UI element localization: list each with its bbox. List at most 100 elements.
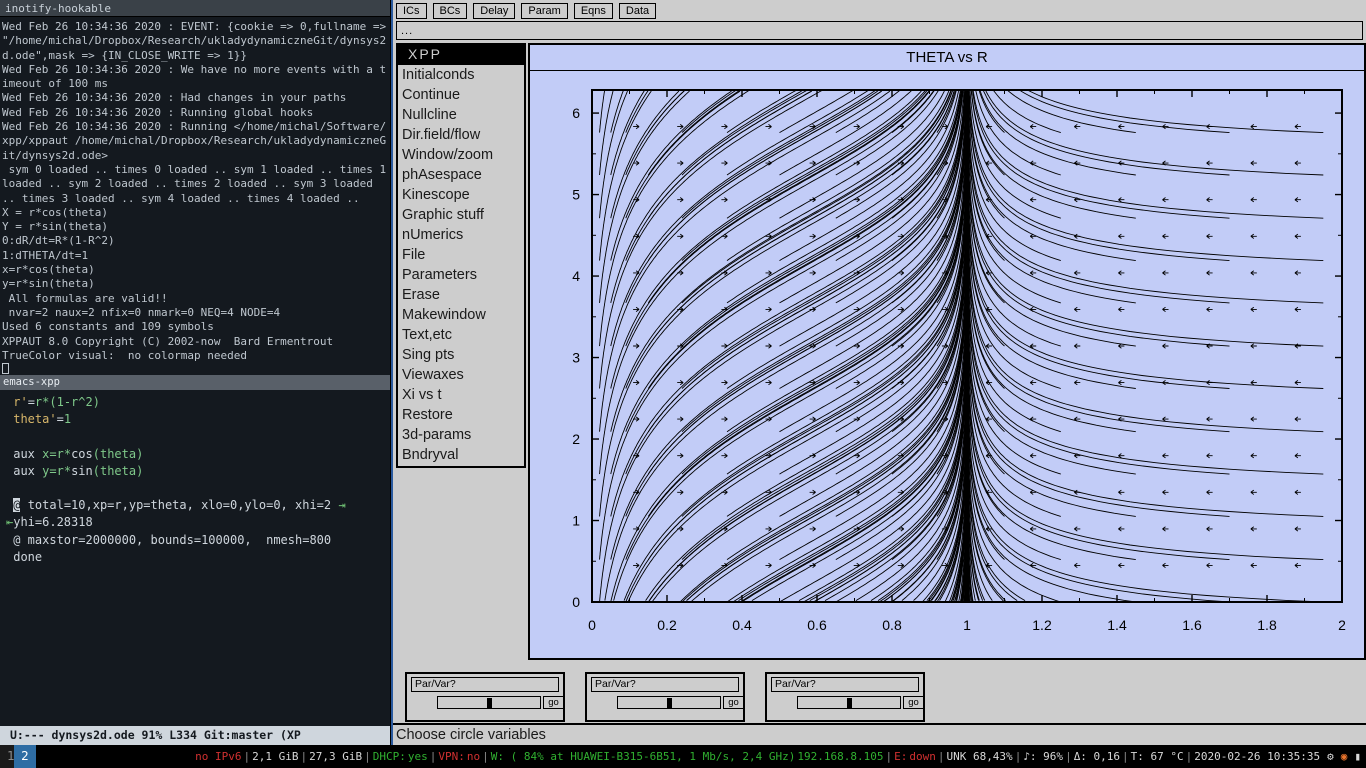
slider-label-2[interactable]: Par/Var? xyxy=(591,677,739,692)
menu-item-text-etc[interactable]: Text,etc xyxy=(398,325,524,345)
menu-item-erase[interactable]: Erase xyxy=(398,285,524,305)
code-line-6: ⇤yhi=6.28318 xyxy=(6,514,386,531)
tray-item: | xyxy=(243,750,251,763)
tray-item: 27,3 GiB xyxy=(309,750,363,763)
flow-arrow-icon xyxy=(633,380,640,386)
menu-item-parameters[interactable]: Parameters xyxy=(398,265,524,285)
slider-label-3[interactable]: Par/Var? xyxy=(771,677,919,692)
flow-arrow-icon xyxy=(1250,380,1257,386)
slider-knob-2[interactable] xyxy=(666,698,672,709)
slider-parvar-3[interactable]: Par/Var? go xyxy=(765,672,925,722)
trajectory-curve xyxy=(835,91,968,475)
menu-item-nullcline[interactable]: Nullcline xyxy=(398,105,524,125)
slider-track-2[interactable] xyxy=(617,696,721,709)
flow-arrow-icon xyxy=(721,380,728,386)
flow-arrow-icon xyxy=(677,380,684,386)
code-line-8: done xyxy=(6,549,386,566)
workspace-button-2[interactable]: 2 xyxy=(14,745,36,768)
code-token: = xyxy=(27,395,35,409)
toolbar-button-ics[interactable]: ICs xyxy=(396,3,427,19)
tray-item: | xyxy=(429,750,437,763)
menu-item-xi-vs-t[interactable]: Xi vs t xyxy=(398,385,524,405)
slider-label-1[interactable]: Par/Var? xyxy=(411,677,559,692)
trajectory-curve xyxy=(966,91,1136,475)
trajectory-curve xyxy=(985,90,1324,176)
xpp-plot-window[interactable]: THETA vs R 0 0.2 0.4 0.6 0.8 1 1.2 1.4 1.6 1.8 2 0 1… xyxy=(528,43,1366,660)
menu-item-initialconds[interactable]: Initialconds xyxy=(398,65,524,85)
emacs-buffer[interactable]: r'=r*(1-r^2) theta'=1 aux x=r*cos(theta)… xyxy=(0,390,390,566)
plot-title: THETA vs R xyxy=(530,45,1364,71)
flow-arrow-icon xyxy=(1294,416,1301,422)
menu-item-makewindow[interactable]: Makewindow xyxy=(398,305,524,325)
x-tick-label: 0.8 xyxy=(882,617,902,633)
slider-parvar-2[interactable]: Par/Var? go xyxy=(585,672,745,722)
menu-item-graphic-stuff[interactable]: Graphic stuff xyxy=(398,205,524,225)
tray-item: | xyxy=(364,750,371,763)
menu-item-restore[interactable]: Restore xyxy=(398,405,524,425)
plot-canvas[interactable]: 0 0.2 0.4 0.6 0.8 1 1.2 1.4 1.6 1.8 2 0 1 2 3 4 5 6 xyxy=(530,72,1364,658)
chrome-icon[interactable]: ◉ xyxy=(1340,750,1349,763)
menu-item-viewaxes[interactable]: Viewaxes xyxy=(398,365,524,385)
flow-arrow-icon xyxy=(809,233,816,239)
slider-track-3[interactable] xyxy=(797,696,901,709)
x-tick-label: 0.4 xyxy=(732,617,752,633)
code-line-blank-1 xyxy=(6,428,386,445)
trajectory-curve xyxy=(726,90,967,389)
tray-item: 2020-02-26 10:35:35 xyxy=(1194,750,1321,763)
slider-knob-1[interactable] xyxy=(486,698,492,709)
flow-arrow-icon xyxy=(1029,197,1037,203)
flow-arrow-icon xyxy=(1250,270,1257,276)
toolbar-button-delay[interactable]: Delay xyxy=(473,3,516,19)
trajectory-curve xyxy=(1019,89,1230,134)
slider-knob-3[interactable] xyxy=(846,698,852,709)
flow-arrow-icon xyxy=(677,453,684,459)
slider-parvar-1[interactable]: Par/Var? go xyxy=(405,672,565,722)
trajectory-curve xyxy=(966,91,1324,475)
slider-go-1[interactable]: go xyxy=(543,696,564,709)
flow-arrow-icon xyxy=(633,562,640,568)
menu-item-bndryval[interactable]: Bndryval xyxy=(398,445,524,465)
y-tick-label: 1 xyxy=(572,513,580,529)
toolbar-button-data[interactable]: Data xyxy=(618,3,657,19)
flow-arrow-icon xyxy=(1294,453,1301,459)
tray-item: | xyxy=(1014,750,1022,763)
signal-icon[interactable]: ▮ xyxy=(1353,750,1362,763)
menu-item-window-zoom[interactable]: Window/zoom xyxy=(398,145,524,165)
flow-arrow-icon xyxy=(1206,453,1213,459)
menu-item-phasespace[interactable]: phAsespace xyxy=(398,165,524,185)
code-token: done xyxy=(13,549,43,564)
slider-go-2[interactable]: go xyxy=(723,696,744,709)
code-line-3: aux x=r*cos(theta) xyxy=(6,446,386,463)
flow-arrow-icon xyxy=(1074,343,1081,349)
menu-item-numerics[interactable]: nUmerics xyxy=(398,225,524,245)
trajectory-curve xyxy=(966,91,1136,433)
menu-item-continue[interactable]: Continue xyxy=(398,85,524,105)
menu-item-dir-field-flow[interactable]: Dir.field/flow xyxy=(398,125,524,145)
toolbar-button-param[interactable]: Param xyxy=(521,3,568,19)
menu-item-file[interactable]: File xyxy=(398,245,524,265)
toolbar-button-eqns[interactable]: Eqns xyxy=(573,3,613,19)
menu-item-sing-pts[interactable]: Sing pts xyxy=(398,345,524,365)
flow-arrow-icon xyxy=(1118,197,1125,203)
flow-arrow-icon xyxy=(1162,270,1169,276)
code-token: = xyxy=(56,412,64,427)
toolbar-button-bcs[interactable]: BCs xyxy=(432,3,468,19)
slider-track-1[interactable] xyxy=(437,696,541,709)
flow-arrow-icon xyxy=(721,197,728,203)
x-tick-label: 0.6 xyxy=(807,617,827,633)
code-line-5: @ total=10,xp=r,yp=theta, xlo=0,ylo=0, x… xyxy=(6,497,386,514)
slider-go-3[interactable]: go xyxy=(903,696,924,709)
flow-arrow-icon xyxy=(1029,526,1037,532)
xpp-toolbar: ICs BCs Delay Param Eqns Data xyxy=(396,3,657,19)
flow-arrow-icon xyxy=(1294,489,1301,495)
y-tick-label: 5 xyxy=(572,187,580,203)
trajectory-curve xyxy=(610,90,624,133)
menu-item-3d-params[interactable]: 3d-params xyxy=(398,425,524,445)
tray-item: ♪: 96% xyxy=(1023,750,1064,763)
trajectory-curve xyxy=(599,90,628,219)
flow-arrow-icon xyxy=(765,306,772,312)
menu-item-kinescope[interactable]: Kinescope xyxy=(398,185,524,205)
tray-item: 2,1 GiB xyxy=(252,750,299,763)
flow-arrow-icon xyxy=(1074,124,1081,130)
network-icon[interactable]: ⚙ xyxy=(1326,750,1335,763)
